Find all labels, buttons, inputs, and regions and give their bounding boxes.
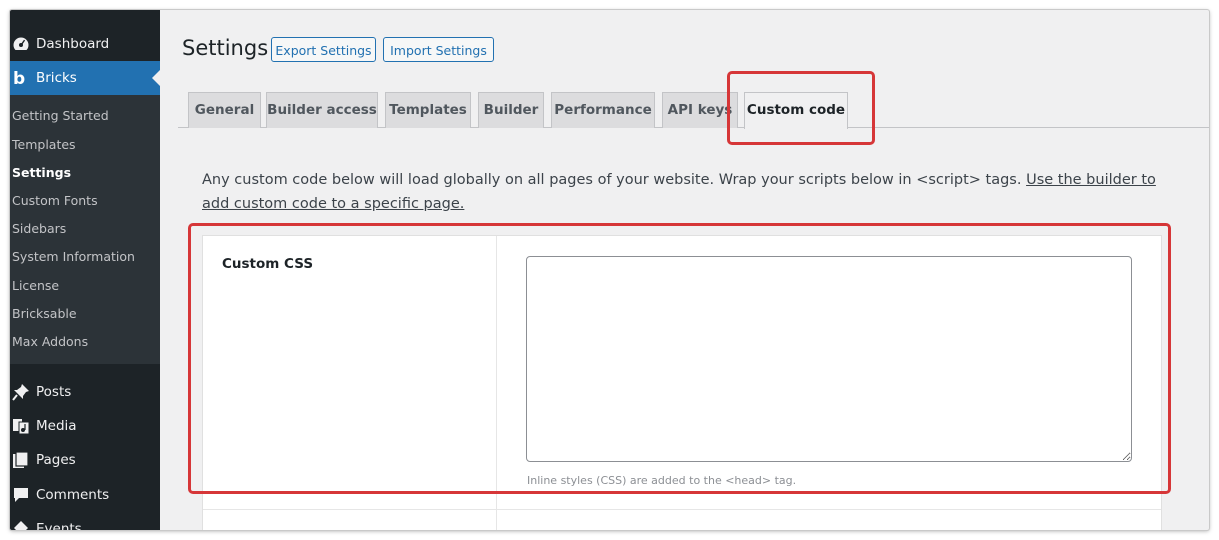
sidebar-item-media[interactable]: Media <box>10 409 160 443</box>
sidebar-item-comments[interactable]: Comments <box>10 478 160 512</box>
sidebar-item-bricks[interactable]: b Bricks <box>10 61 160 95</box>
pages-icon <box>10 451 36 469</box>
main-content: Settings Export Settings Import Settings… <box>160 10 1209 530</box>
submenu-item-max-addons[interactable]: Max Addons <box>12 332 88 352</box>
submenu-item-settings[interactable]: Settings <box>12 163 71 183</box>
submenu-item-custom-fonts[interactable]: Custom Fonts <box>12 191 98 211</box>
submenu-item-getting-started[interactable]: Getting Started <box>12 106 109 126</box>
tab-performance[interactable]: Performance <box>551 92 655 128</box>
submenu-item-sidebars[interactable]: Sidebars <box>12 219 66 239</box>
tab-general[interactable]: General <box>188 92 261 128</box>
bricks-submenu: Getting Started Templates Settings Custo… <box>10 95 160 364</box>
custom-css-panel: Custom CSS Inline styles (CSS) are added… <box>202 235 1162 530</box>
sidebar-item-label: Pages <box>36 452 76 468</box>
media-icon <box>10 417 36 435</box>
sidebar-item-label: Events <box>36 521 82 530</box>
tab-templates[interactable]: Templates <box>385 92 471 128</box>
sidebar-item-label: Media <box>36 418 77 434</box>
pushpin-icon <box>10 383 36 401</box>
submenu-item-system-information[interactable]: System Information <box>12 247 135 267</box>
submenu-item-license[interactable]: License <box>12 276 59 296</box>
row-divider <box>203 509 1161 510</box>
tab-builder[interactable]: Builder <box>478 92 544 128</box>
comments-icon <box>10 486 36 504</box>
sidebar-item-posts[interactable]: Posts <box>10 375 160 409</box>
admin-sidebar: Dashboard b Bricks Getting Started Templ… <box>10 10 160 530</box>
tab-api-keys[interactable]: API keys <box>662 92 738 128</box>
tab-custom-code[interactable]: Custom code <box>744 92 848 129</box>
app-window: Dashboard b Bricks Getting Started Templ… <box>10 10 1209 530</box>
submenu-item-bricksable[interactable]: Bricksable <box>12 304 77 324</box>
sidebar-item-label: Bricks <box>36 70 77 86</box>
custom-css-textarea[interactable] <box>526 256 1132 462</box>
events-icon <box>10 520 36 530</box>
bricks-icon: b <box>10 69 36 87</box>
sidebar-item-label: Dashboard <box>36 36 110 52</box>
intro-text: Any custom code below will load globally… <box>202 168 1172 216</box>
submenu-item-templates[interactable]: Templates <box>12 135 76 155</box>
dashboard-icon <box>10 35 36 53</box>
import-settings-button[interactable]: Import Settings <box>383 37 494 62</box>
sidebar-item-dashboard[interactable]: Dashboard <box>10 27 160 61</box>
custom-css-label: Custom CSS <box>222 256 314 272</box>
export-settings-button[interactable]: Export Settings <box>271 37 376 62</box>
sidebar-item-events[interactable]: Events <box>10 512 160 530</box>
tab-builder-access[interactable]: Builder access <box>266 92 378 128</box>
column-divider <box>496 236 497 530</box>
custom-css-help: Inline styles (CSS) are added to the <he… <box>527 474 797 487</box>
svg-text:b: b <box>13 69 25 87</box>
sidebar-item-label: Posts <box>36 384 72 400</box>
page-title: Settings <box>182 36 269 60</box>
sidebar-item-label: Comments <box>36 487 110 503</box>
intro-description: Any custom code below will load globally… <box>202 172 1027 188</box>
sidebar-item-pages[interactable]: Pages <box>10 443 160 477</box>
